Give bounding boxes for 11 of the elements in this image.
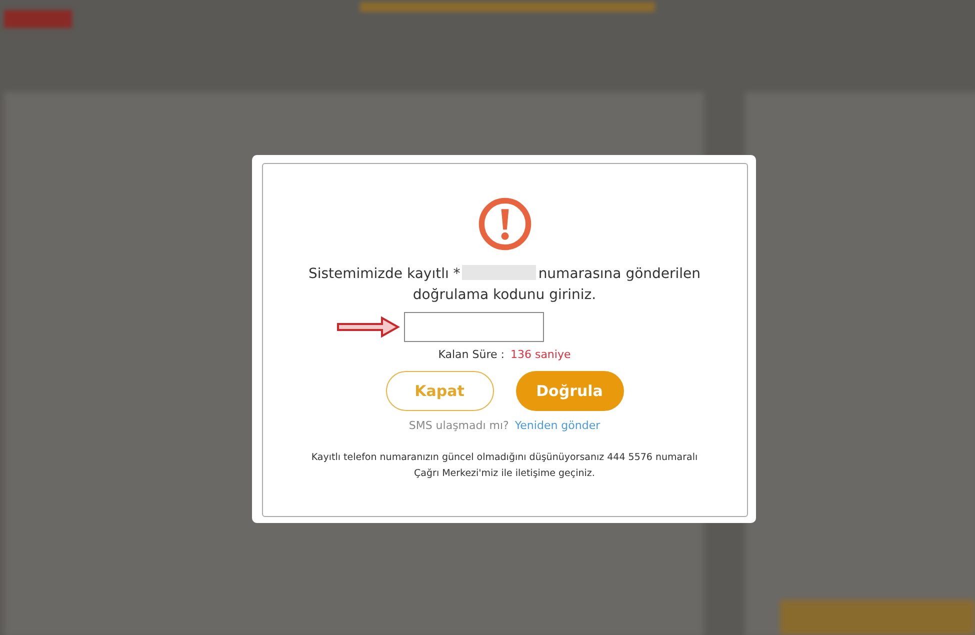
resend-link[interactable]: Yeniden gönder	[514, 419, 600, 432]
timer-label: Kalan Süre :	[438, 348, 504, 361]
instruction-text: Sistemimizde kayıtlı * numarasına gönderilen doğrulama kodunu giriniz.	[307, 264, 702, 305]
arrow-icon	[336, 316, 400, 338]
close-button[interactable]: Kapat	[386, 371, 494, 411]
warning-icon	[476, 196, 532, 252]
timer-value: 136 saniye	[510, 348, 571, 361]
code-input-field[interactable]	[404, 312, 544, 342]
verify-button[interactable]: Doğrula	[516, 371, 624, 411]
help-text: Kayıtlı telefon numaranızın güncel olmadığını düşünüyorsanız 444 5576 numaralı Çağrı Merkezi'miz ile iletişime geçiniz.	[310, 451, 699, 481]
resend-question: SMS ulaşmadı mı?	[408, 419, 509, 432]
